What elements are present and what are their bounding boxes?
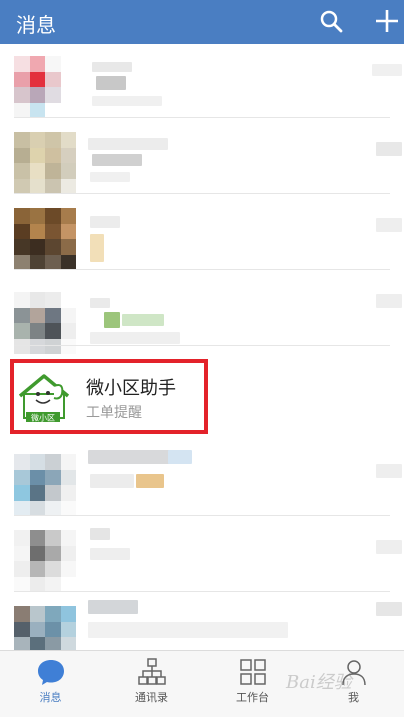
list-item[interactable]	[0, 120, 404, 194]
tab-label: 消息	[39, 691, 62, 704]
app-header: 消息	[0, 0, 404, 44]
tab-messages[interactable]: 消息	[0, 651, 101, 717]
avatar	[14, 606, 76, 650]
tab-label: 通讯录	[135, 691, 168, 704]
avatar	[14, 132, 76, 194]
avatar	[14, 530, 76, 592]
page-title: 消息	[16, 13, 56, 37]
search-icon[interactable]	[318, 8, 346, 36]
divider	[14, 193, 390, 194]
tab-contacts[interactable]: 通讯录	[101, 651, 202, 717]
divider	[14, 117, 390, 118]
list-item[interactable]	[0, 196, 404, 270]
divider	[14, 269, 390, 270]
list-item[interactable]	[0, 518, 404, 592]
watermark: Bai经验	[286, 672, 352, 693]
list-item[interactable]	[0, 272, 404, 354]
chat-bubble-icon	[38, 660, 64, 685]
divider	[14, 591, 390, 592]
divider	[14, 345, 390, 346]
avatar	[14, 56, 76, 118]
list-item[interactable]	[0, 44, 404, 118]
message-list	[0, 44, 404, 650]
org-chart-icon	[138, 658, 166, 685]
list-item[interactable]	[0, 442, 404, 516]
divider	[14, 515, 390, 516]
highlight-frame	[10, 359, 208, 434]
list-item[interactable]	[0, 594, 404, 650]
grid-apps-icon	[240, 659, 266, 685]
avatar	[14, 454, 76, 516]
plus-icon[interactable]	[372, 6, 402, 36]
avatar	[14, 208, 76, 270]
